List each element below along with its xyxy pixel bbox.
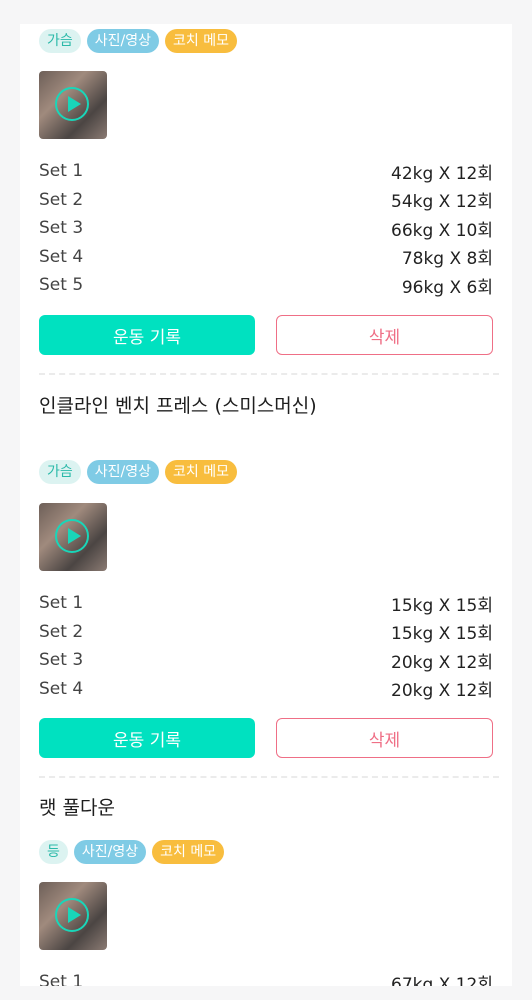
muscle-tag: 가슴 [39, 460, 81, 484]
set-row: Set 4 78kg X 8회 [39, 243, 493, 272]
media-tag[interactable]: 사진/영상 [86, 29, 160, 53]
set-label: Set 1 [39, 593, 84, 614]
set-label: Set 2 [39, 189, 84, 210]
set-value: 15kg X 15회 [391, 595, 493, 616]
set-value: 96kg X 6회 [401, 277, 493, 298]
set-value: 42kg X 12회 [391, 163, 493, 184]
set-row: Set 1 42kg X 12회 [39, 157, 493, 186]
set-row: Set 3 20kg X 12회 [39, 646, 493, 675]
coach-memo-tag[interactable]: 코치 메모 [165, 29, 237, 53]
coach-memo-tag[interactable]: 코치 메모 [152, 840, 225, 864]
tag-row: 가슴 사진/영상 코치 메모 [39, 460, 237, 484]
set-label: Set 3 [39, 650, 84, 671]
exercise-title: 인클라인 벤치 프레스 (스미스머신) [39, 395, 317, 417]
set-list: Set 1 67kg X 12회 [39, 968, 493, 986]
set-list: Set 1 42kg X 12회 Set 2 54kg X 12회 Set 3 66k… [39, 157, 493, 300]
video-thumbnail[interactable] [39, 503, 107, 571]
play-icon [55, 898, 89, 932]
set-row: Set 3 66kg X 10회 [39, 214, 493, 243]
set-label: Set 4 [39, 246, 84, 267]
media-tag[interactable]: 사진/영상 [73, 840, 147, 864]
set-list: Set 1 15kg X 15회 Set 2 15kg X 15회 Set 3 20k… [39, 589, 493, 703]
set-row: Set 1 15kg X 15회 [39, 589, 493, 618]
set-value: 78kg X 8회 [401, 249, 493, 270]
video-thumbnail[interactable] [39, 71, 107, 139]
set-label: Set 1 [39, 972, 84, 986]
set-row: Set 5 96kg X 6회 [39, 271, 493, 300]
set-value: 54kg X 12회 [391, 192, 493, 213]
play-icon [55, 519, 89, 553]
video-thumbnail[interactable] [39, 882, 107, 950]
tag-row: 가슴 사진/영상 코치 메모 [39, 29, 237, 53]
set-value: 15kg X 15회 [391, 624, 493, 645]
set-label: Set 1 [39, 161, 84, 182]
set-label: Set 3 [39, 218, 84, 239]
set-label: Set 4 [39, 678, 84, 699]
record-workout-button[interactable]: 운동 기록 [39, 315, 255, 355]
muscle-tag: 가슴 [39, 29, 81, 53]
exercise-title: 랫 풀다운 [39, 797, 115, 819]
record-workout-button[interactable]: 운동 기록 [39, 718, 255, 758]
set-row: Set 4 20kg X 12회 [39, 675, 493, 704]
delete-button[interactable]: 삭제 [276, 718, 493, 758]
set-value: 20kg X 12회 [391, 681, 493, 702]
set-row: Set 1 67kg X 12회 [39, 968, 493, 986]
set-label: Set 5 [39, 275, 84, 296]
set-value: 67kg X 12회 [391, 974, 493, 986]
divider [39, 776, 499, 778]
set-value: 66kg X 10회 [391, 220, 493, 241]
exercise-list-card: 가슴 사진/영상 코치 메모 Set 1 42kg X 12회 Set 2 54kg… [20, 24, 512, 986]
set-value: 20kg X 12회 [391, 652, 493, 673]
divider [39, 373, 499, 375]
tag-row: 등 사진/영상 코치 메모 [39, 840, 225, 864]
muscle-tag: 등 [39, 840, 68, 864]
set-label: Set 2 [39, 621, 84, 642]
delete-button[interactable]: 삭제 [276, 315, 493, 355]
set-row: Set 2 15kg X 15회 [39, 618, 493, 647]
coach-memo-tag[interactable]: 코치 메모 [165, 460, 237, 484]
play-icon [55, 87, 89, 121]
set-row: Set 2 54kg X 12회 [39, 186, 493, 215]
media-tag[interactable]: 사진/영상 [86, 460, 160, 484]
